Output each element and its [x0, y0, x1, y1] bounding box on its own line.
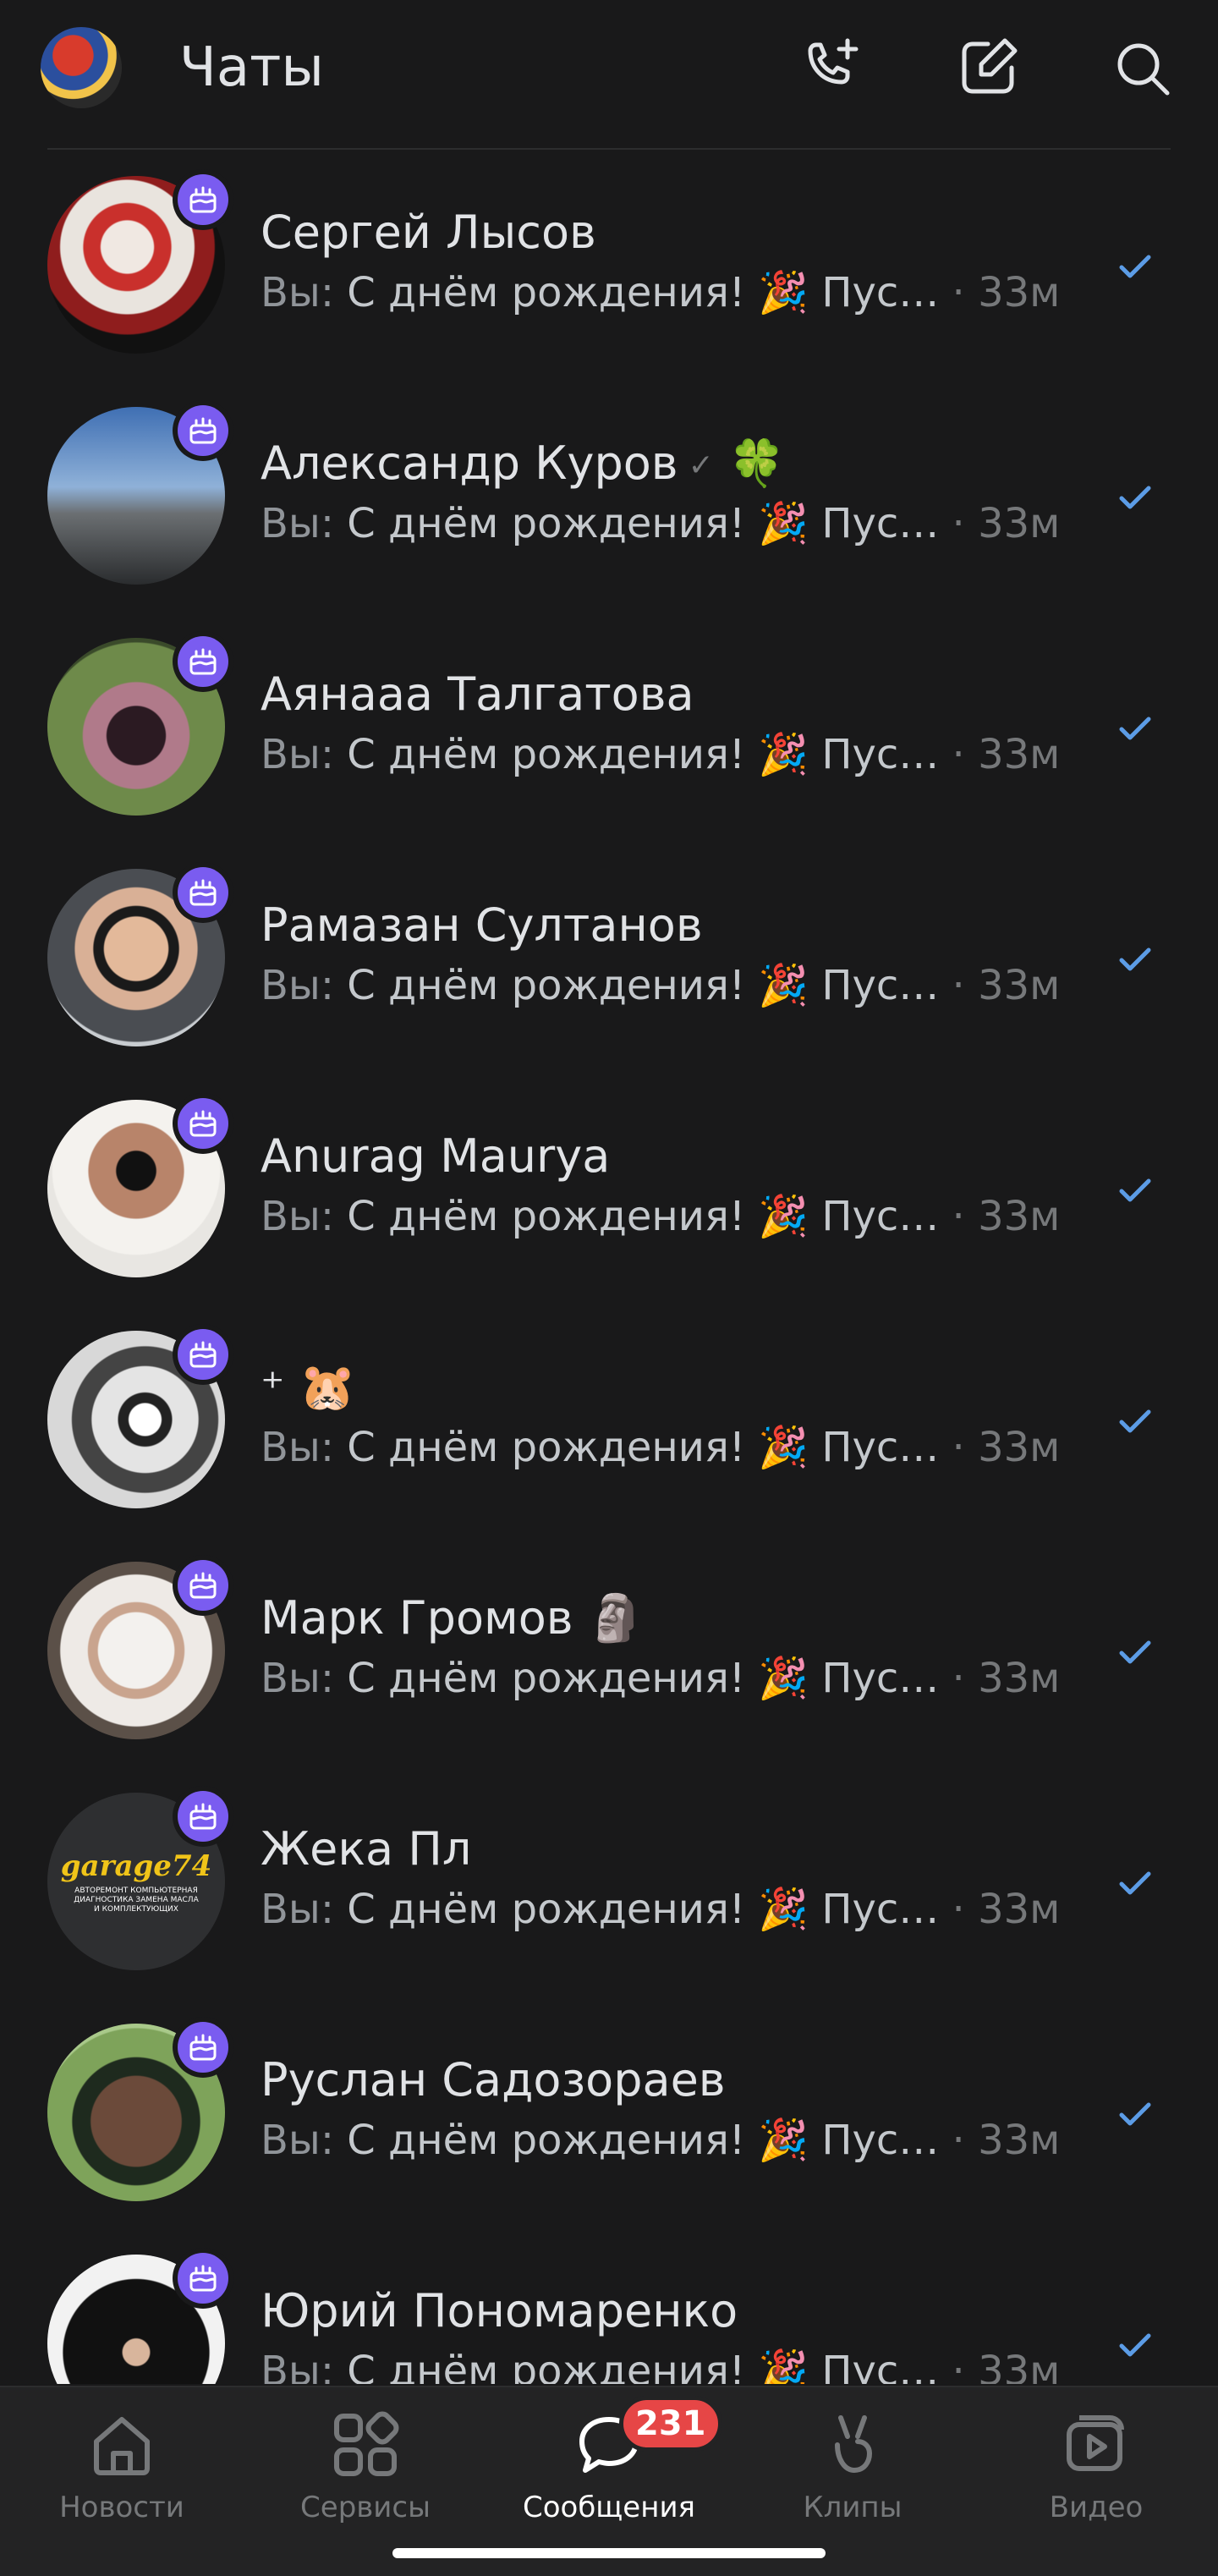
birthday-badge — [173, 400, 233, 461]
read-check-icon — [1119, 717, 1151, 740]
cake-icon — [189, 1572, 217, 1599]
search-icon[interactable] — [1105, 30, 1179, 105]
clips-icon — [835, 2415, 873, 2474]
garage-subtitle: АВТОРЕМОНТ КОМПЬЮТЕРНАЯ ДИАГНОСТИКА ЗАМЕ… — [74, 1886, 199, 1914]
chat-name: Юрий Пономаренко — [261, 2284, 738, 2337]
chat-row[interactable]: ⁺ 🐹 Вы: С днём рождения! 🎉 Пус… · 33м — [0, 1305, 1218, 1536]
services-grid-icon — [334, 2411, 399, 2476]
profile-avatar[interactable] — [41, 27, 122, 108]
cake-icon — [189, 417, 217, 444]
birthday-badge — [173, 1324, 233, 1385]
chat-name: ⁺ 🐹 — [261, 1360, 356, 1414]
chat-preview: Вы: С днём рождения! 🎉 Пус… · 33м — [261, 1424, 1061, 1471]
chat-name: Рамазан Султанов — [261, 898, 703, 952]
chat-name: Марк Громов 🗿 — [261, 1591, 645, 1645]
chat-preview: Вы: С днём рождения! 🎉 Пус… · 33м — [261, 269, 1061, 316]
chat-preview: Вы: С днём рождения! 🎉 Пус… · 33м — [261, 2117, 1061, 2164]
home-icon — [94, 2417, 150, 2475]
chat-row[interactable]: Александр Куров ✓ 🍀 Вы: С днём рождения! … — [0, 382, 1218, 612]
chat-row[interactable]: Рамазан Султанов Вы: С днём рождения! 🎉 … — [0, 843, 1218, 1074]
chat-row[interactable]: Марк Громов 🗿 Вы: С днём рождения! 🎉 Пус… — [0, 1536, 1218, 1767]
chat-name: Жека Пл — [261, 1822, 472, 1876]
chat-name: Anurag Maurya — [261, 1129, 611, 1183]
chat-list[interactable]: Сергей Лысов Вы: С днём рождения! 🎉 Пус…… — [0, 151, 1218, 2384]
cake-icon — [189, 648, 217, 675]
read-check-icon — [1119, 2333, 1151, 2357]
chat-preview: Вы: С днём рождения! 🎉 Пус… · 33м — [261, 2348, 1061, 2384]
read-check-icon — [1119, 2102, 1151, 2126]
chat-name: Сергей Лысов — [261, 206, 596, 259]
chat-preview: Вы: С днём рождения! 🎉 Пус… · 33м — [261, 500, 1061, 547]
read-check-icon — [1119, 1409, 1151, 1433]
chat-preview: Вы: С днём рождения! 🎉 Пус… · 33м — [261, 1193, 1061, 1240]
read-check-icon — [1119, 947, 1151, 971]
read-check-icon — [1119, 1178, 1151, 1202]
tab-news[interactable]: Новости — [0, 2387, 244, 2531]
birthday-badge — [173, 2017, 233, 2078]
chat-name: Руслан Садозораев — [261, 2053, 726, 2106]
birthday-badge — [173, 1786, 233, 1847]
cake-icon — [189, 879, 217, 906]
tab-messages[interactable]: Сообщения 231 — [487, 2387, 731, 2531]
compose-icon[interactable] — [951, 30, 1025, 105]
chat-name: Александр Куров ✓ 🍀 — [261, 437, 786, 490]
birthday-badge — [173, 862, 233, 923]
chat-preview: Вы: С днём рождения! 🎉 Пус… · 33м — [261, 731, 1061, 778]
read-check-icon — [1119, 1871, 1151, 1895]
chat-row[interactable]: Anurag Maurya Вы: С днём рождения! 🎉 Пус… — [0, 1074, 1218, 1305]
cake-icon — [189, 2265, 217, 2292]
chat-row[interactable]: Сергей Лысов Вы: С днём рождения! 🎉 Пус…… — [0, 151, 1218, 382]
cake-icon — [189, 2034, 217, 2061]
unread-count-badge: 231 — [619, 2396, 722, 2452]
cake-icon — [189, 1803, 217, 1830]
chat-row[interactable]: Аянааа Талгатова Вы: С днём рождения! 🎉 … — [0, 612, 1218, 843]
birthday-badge — [173, 631, 233, 692]
page-title: Чаты — [179, 36, 324, 99]
chat-row[interactable]: Юрий Пономаренко Вы: С днём рождения! 🎉 … — [0, 2229, 1218, 2384]
cake-icon — [189, 1341, 217, 1368]
chat-preview: Вы: С днём рождения! 🎉 Пус… · 33м — [261, 962, 1061, 1009]
add-call-icon[interactable] — [795, 30, 870, 105]
chat-row[interactable]: garage74 АВТОРЕМОНТ КОМПЬЮТЕРНАЯ ДИАГНОС… — [0, 1767, 1218, 1998]
cake-icon — [189, 1110, 217, 1137]
chat-row[interactable]: Руслан Садозораев Вы: С днём рождения! 🎉… — [0, 1998, 1218, 2229]
chat-preview: Вы: С днём рождения! 🎉 Пус… · 33м — [261, 1655, 1061, 1702]
birthday-badge — [173, 2248, 233, 2309]
birthday-badge — [173, 169, 233, 230]
chat-name: Аянааа Талгатова — [261, 667, 694, 721]
chat-preview: Вы: С днём рождения! 🎉 Пус… · 33м — [261, 1886, 1061, 1933]
birthday-badge — [173, 1555, 233, 1616]
verified-check-icon: ✓ — [688, 448, 714, 484]
read-check-icon — [1119, 1640, 1151, 1664]
video-play-icon — [1067, 2415, 1124, 2471]
garage-logo-text: garage74 — [60, 1848, 212, 1883]
read-check-icon — [1119, 255, 1151, 278]
tab-clips[interactable]: Клипы — [731, 2387, 974, 2531]
read-check-icon — [1119, 486, 1151, 509]
tab-video[interactable]: Видео — [974, 2387, 1218, 2531]
cake-icon — [189, 186, 217, 213]
header: Чаты — [0, 0, 1218, 149]
header-divider — [47, 148, 1171, 150]
home-indicator — [392, 2548, 826, 2558]
tab-services[interactable]: Сервисы — [244, 2387, 487, 2531]
birthday-badge — [173, 1093, 233, 1154]
